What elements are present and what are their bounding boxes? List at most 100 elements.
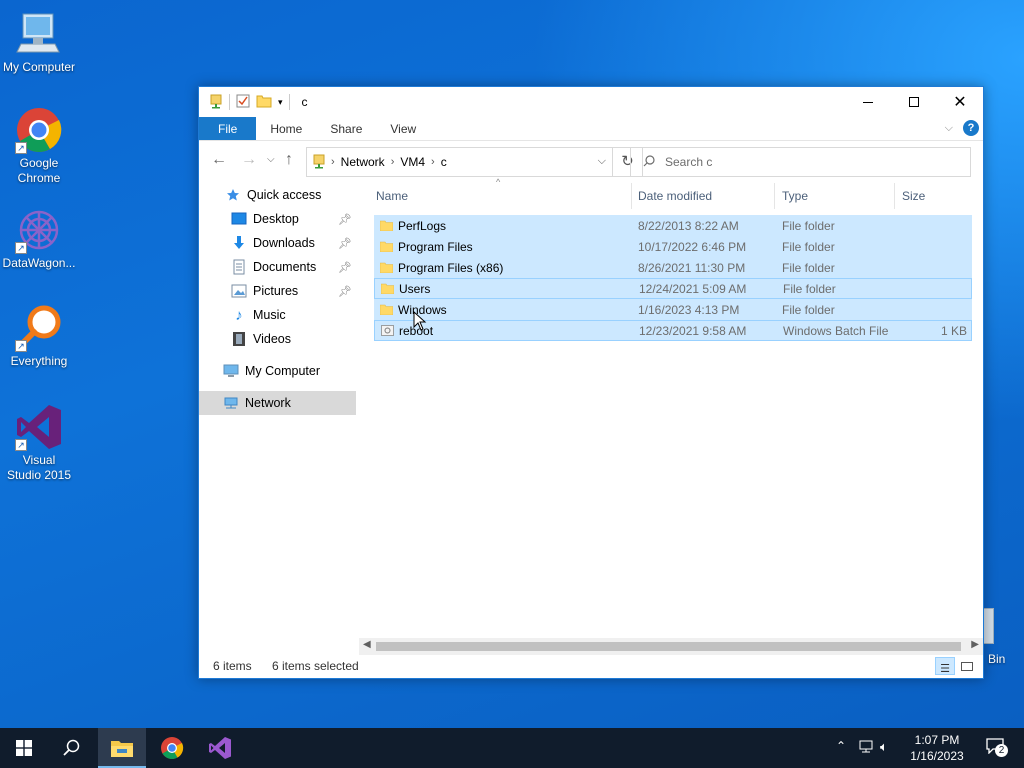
desktop-icon-my-computer[interactable]: My Computer <box>0 10 78 75</box>
desktop-icon-label: Bin <box>988 652 1006 666</box>
breadcrumb-vm4[interactable]: VM4 <box>400 155 425 169</box>
breadcrumb-network[interactable]: Network <box>341 155 385 169</box>
new-folder-icon[interactable] <box>256 94 272 111</box>
file-row-windows[interactable]: Windows 1/16/2023 4:13 PM File folder <box>374 299 972 320</box>
column-header-type[interactable]: Type <box>782 189 808 203</box>
clock-date: 1/16/2023 <box>910 749 964 763</box>
network-icon <box>223 395 239 411</box>
forward-arrow-icon[interactable]: → <box>241 151 257 169</box>
clock[interactable]: 1:07 PM 1/16/2023 <box>906 732 968 764</box>
breadcrumb-c[interactable]: c <box>441 155 447 169</box>
nav-item-my-computer[interactable]: My Computer <box>199 359 356 383</box>
taskbar-file-explorer[interactable] <box>98 728 146 768</box>
back-arrow-icon[interactable]: ← <box>211 151 227 169</box>
maximize-button[interactable] <box>891 87 937 117</box>
scroll-left-icon[interactable]: ◀ <box>363 639 371 650</box>
folder-icon <box>380 220 393 231</box>
column-header-size[interactable]: Size <box>902 189 925 203</box>
volume-icon[interactable]: 🔈︎ <box>880 739 888 755</box>
expand-ribbon-icon[interactable]: ⌵ <box>945 122 953 135</box>
tab-home[interactable]: Home <box>256 117 316 140</box>
taskbar-chrome[interactable] <box>148 728 196 768</box>
file-explorer-icon <box>111 741 133 757</box>
file-type: File folder <box>782 303 835 317</box>
scrollbar-thumb[interactable] <box>376 642 961 651</box>
customize-toolbar-dropdown-icon[interactable]: ▾ <box>278 97 283 108</box>
clock-time: 1:07 PM <box>914 733 960 747</box>
file-row-reboot[interactable]: reboot 12/23/2021 9:58 AM Windows Batch … <box>374 320 972 341</box>
nav-item-quick-access[interactable]: Quick access <box>199 183 356 207</box>
nav-item-network[interactable]: Network <box>199 391 356 415</box>
nav-item-downloads[interactable]: Downloads 📌︎ <box>199 231 356 255</box>
magnifier-icon: ↗ <box>15 304 63 352</box>
address-dropdown-icon[interactable]: ⌵ <box>598 155 606 168</box>
file-type: File folder <box>782 261 835 275</box>
search-box[interactable] <box>630 147 971 177</box>
mouse-cursor-icon <box>413 311 427 331</box>
help-icon[interactable]: ? <box>963 120 979 136</box>
tab-file[interactable]: File <box>199 117 257 140</box>
pin-icon[interactable]: 📌︎ <box>338 285 352 298</box>
taskbar-visual-studio[interactable] <box>196 728 244 768</box>
folder-icon <box>380 304 393 315</box>
desktop-icon-google-chrome[interactable]: ↗ Google Chrome <box>0 106 78 186</box>
nav-item-label: Videos <box>253 332 291 346</box>
nav-item-label: Documents <box>253 260 317 274</box>
desktop-icon-visual-studio[interactable]: ↗ Visual Studio 2015 <box>0 403 78 483</box>
breadcrumb-chevron-icon[interactable]: › <box>331 156 335 168</box>
file-row-program-files[interactable]: Program Files 10/17/2022 6:46 PM File fo… <box>374 236 972 257</box>
minimize-button[interactable] <box>845 87 891 117</box>
status-bar: 6 items 6 items selected ☰ <box>199 654 983 678</box>
recent-locations-icon[interactable]: ⌵ <box>267 154 275 165</box>
maximize-icon <box>909 97 919 107</box>
up-arrow-icon[interactable]: ↑ <box>285 151 293 169</box>
column-header-date-modified[interactable]: Date modified <box>638 189 712 203</box>
file-row-program-files-x86[interactable]: Program Files (x86) 8/26/2021 11:30 PM F… <box>374 257 972 278</box>
file-name: Program Files (x86) <box>398 261 504 275</box>
folder-icon <box>381 283 394 294</box>
address-bar[interactable]: › Network › VM4 › c ⌵ <box>306 147 613 177</box>
details-view-button[interactable]: ☰ <box>935 657 955 675</box>
close-button[interactable]: ✕ <box>937 87 983 117</box>
title-bar[interactable]: ▾ c ✕ <box>199 87 983 117</box>
search-button[interactable] <box>48 728 96 768</box>
nav-item-pictures[interactable]: Pictures 📌︎ <box>199 279 356 303</box>
desktop-icon <box>231 211 247 227</box>
tab-share[interactable]: Share <box>316 117 376 140</box>
show-hidden-icons-icon[interactable]: ⌃ <box>836 739 846 753</box>
divider <box>229 94 230 110</box>
desktop-icon-everything[interactable]: ↗ Everything <box>0 304 78 369</box>
scroll-right-icon[interactable]: ▶ <box>971 639 979 650</box>
shortcut-arrow-icon: ↗ <box>15 242 27 254</box>
nav-item-documents[interactable]: Documents 📌︎ <box>199 255 356 279</box>
horizontal-scrollbar[interactable]: ◀ ▶ <box>359 638 983 655</box>
large-icons-view-button[interactable] <box>957 657 977 675</box>
column-divider[interactable] <box>894 183 895 209</box>
breadcrumb-chevron-icon[interactable]: › <box>431 156 435 168</box>
pin-icon[interactable]: 📌︎ <box>338 237 352 250</box>
file-row-perflogs[interactable]: PerfLogs 8/22/2013 8:22 AM File folder <box>374 215 972 236</box>
ribbon-tabs: File Home Share View ⌵ ? <box>199 117 983 141</box>
column-header-name[interactable]: Name <box>376 189 408 203</box>
column-divider[interactable] <box>774 183 775 209</box>
nav-item-videos[interactable]: Videos <box>199 327 356 351</box>
network-status-icon[interactable] <box>858 740 874 757</box>
file-name: Program Files <box>398 240 473 254</box>
file-type: File folder <box>783 282 836 296</box>
tab-view[interactable]: View <box>376 117 430 140</box>
start-button[interactable] <box>0 728 48 768</box>
file-row-users[interactable]: Users 12/24/2021 5:09 AM File folder <box>374 278 972 299</box>
column-divider[interactable] <box>631 183 632 209</box>
search-input[interactable] <box>665 155 945 169</box>
desktop-icon-label: My Computer <box>2 60 76 74</box>
nav-item-music[interactable]: ♪ Music <box>199 303 356 327</box>
pin-icon[interactable]: 📌︎ <box>338 213 352 226</box>
pin-icon[interactable]: 📌︎ <box>338 261 352 274</box>
breadcrumb-chevron-icon[interactable]: › <box>391 156 395 168</box>
action-center-button[interactable]: 2 <box>986 738 1012 760</box>
nav-item-desktop[interactable]: Desktop 📌︎ <box>199 207 356 231</box>
desktop-icon-datawagon[interactable]: ↗ DataWagon... <box>0 206 78 271</box>
properties-icon[interactable] <box>236 94 250 111</box>
file-date: 12/24/2021 5:09 AM <box>639 282 747 296</box>
file-date: 8/26/2021 11:30 PM <box>638 261 746 275</box>
